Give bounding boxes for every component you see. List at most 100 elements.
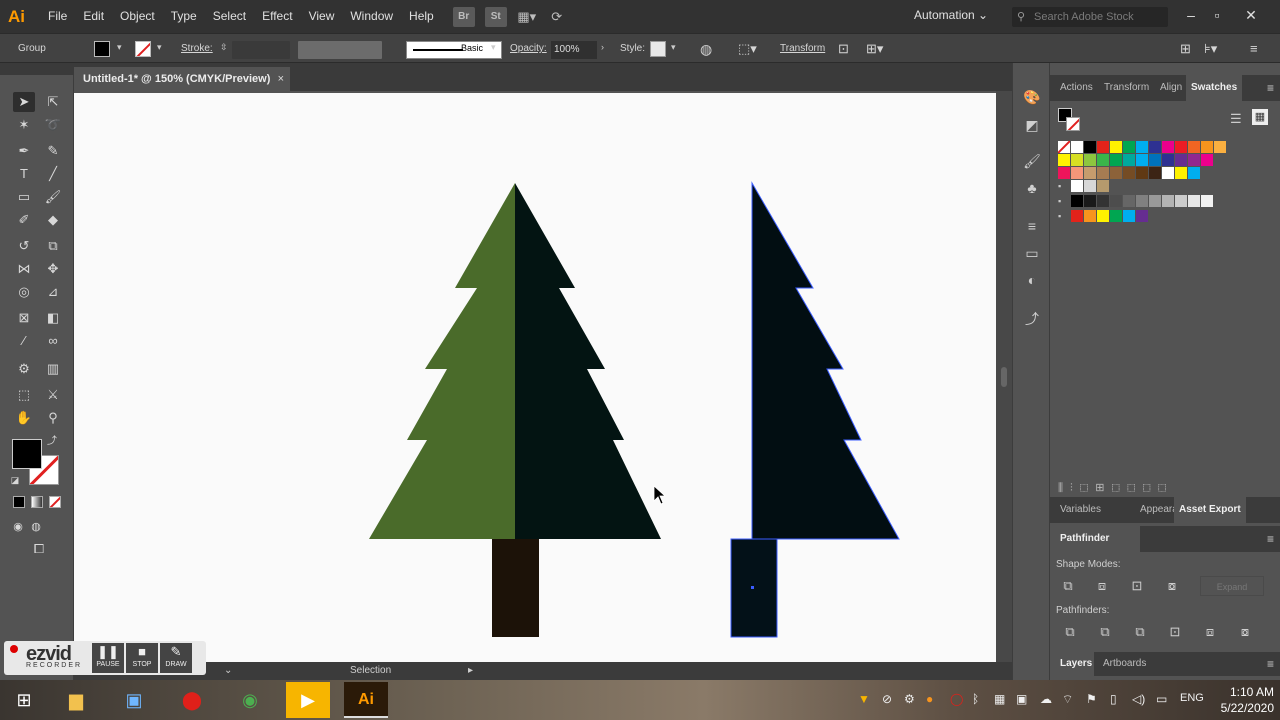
canvas[interactable] xyxy=(74,91,1012,662)
symbols-panel-icon[interactable]: ♣ xyxy=(1022,178,1042,198)
rectangle-tool-icon[interactable]: ▭ xyxy=(13,187,35,207)
opera-icon[interactable]: ⬤ xyxy=(170,682,214,718)
symbol-sprayer-tool-icon[interactable]: ⚙ xyxy=(13,359,35,379)
color-swatch[interactable] xyxy=(1188,195,1200,207)
system-clock[interactable]: 1:10 AM 5/22/2020 xyxy=(1210,684,1274,716)
puppet-warp-tool-icon[interactable]: ✥ xyxy=(42,259,64,279)
color-swatch[interactable] xyxy=(1188,154,1200,166)
color-swatch[interactable] xyxy=(1097,141,1109,153)
variable-width-profile[interactable] xyxy=(298,41,382,59)
color-swatch[interactable] xyxy=(1175,195,1187,207)
menu-window[interactable]: Window xyxy=(342,0,401,33)
folder-icon[interactable]: ▪ xyxy=(1058,210,1070,222)
draw-behind-icon[interactable]: ◍ xyxy=(28,517,44,537)
gradient-mode-icon[interactable] xyxy=(31,496,43,508)
gradient-panel-icon[interactable]: ▭ xyxy=(1022,243,1042,263)
chevron-down-icon[interactable]: ▾ xyxy=(157,42,162,53)
align-to-icon[interactable]: ⬚▾ xyxy=(738,34,757,64)
tab-asset-export[interactable]: Asset Export xyxy=(1174,497,1246,523)
minus-front-icon[interactable]: ⧈ xyxy=(1094,578,1110,594)
color-swatch[interactable] xyxy=(1201,141,1213,153)
stroke-panel-icon[interactable]: ≡ xyxy=(1022,216,1042,236)
color-swatch[interactable] xyxy=(1162,167,1174,179)
tab-pathfinder[interactable]: Pathfinder xyxy=(1050,526,1140,552)
stock-search-input[interactable]: ⚲ Search Adobe Stock xyxy=(1012,7,1168,27)
stop-button[interactable]: ■ STOP xyxy=(126,643,158,673)
color-swatch[interactable] xyxy=(1123,167,1135,179)
color-swatch[interactable] xyxy=(1058,167,1070,179)
color-swatch[interactable] xyxy=(1097,180,1109,192)
chrome-icon[interactable]: ◉ xyxy=(228,682,272,718)
menu-view[interactable]: View xyxy=(301,0,343,33)
color-swatch[interactable] xyxy=(1136,154,1148,166)
arrange-documents-icon[interactable]: ▦▾ xyxy=(516,7,538,27)
selection-tool-icon[interactable]: ➤ xyxy=(13,92,35,112)
draw-normal-icon[interactable]: ◉ xyxy=(10,517,26,537)
tab-variables[interactable]: Variables xyxy=(1055,497,1106,523)
color-swatch[interactable] xyxy=(1058,154,1070,166)
width-tool-icon[interactable]: ⋈ xyxy=(13,259,35,279)
color-swatch[interactable] xyxy=(1162,141,1174,153)
menu-type[interactable]: Type xyxy=(163,0,205,33)
color-swatch[interactable] xyxy=(1097,167,1109,179)
color-swatch[interactable] xyxy=(1136,141,1148,153)
folder-icon[interactable]: ▪ xyxy=(1058,195,1070,207)
crop-icon[interactable]: ⊡ xyxy=(1167,624,1183,640)
tray-notification-icon[interactable]: ▼ xyxy=(858,692,870,706)
color-swatch[interactable] xyxy=(1175,167,1187,179)
transform-link[interactable]: Transform xyxy=(780,34,825,64)
stock-button[interactable]: St xyxy=(484,6,507,27)
menu-help[interactable]: Help xyxy=(401,0,442,33)
battery-icon[interactable]: ▯ xyxy=(1110,692,1117,706)
recolor-artwork-icon[interactable]: ◍ xyxy=(700,34,712,64)
color-swatch[interactable] xyxy=(1097,210,1109,222)
color-swatch[interactable] xyxy=(1110,141,1122,153)
color-swatch[interactable] xyxy=(1110,154,1122,166)
tab-artboards[interactable]: Artboards xyxy=(1098,652,1151,676)
color-swatch[interactable] xyxy=(1123,210,1135,222)
color-swatch[interactable] xyxy=(1071,195,1083,207)
minus-back-icon[interactable]: ⧇ xyxy=(1237,624,1253,640)
paintbrush-tool-icon[interactable]: 🖌 xyxy=(42,187,64,207)
direct-selection-tool-icon[interactable]: ⇱ xyxy=(42,92,64,112)
line-tool-icon[interactable]: ╱ xyxy=(42,164,64,184)
tray-app-icon-4[interactable]: ▦ xyxy=(994,692,1005,706)
graphic-style-swatch[interactable] xyxy=(650,41,666,57)
list-view-icon[interactable]: ☰ xyxy=(1230,111,1242,127)
menu-file[interactable]: File xyxy=(40,0,75,33)
color-guide-icon[interactable]: ◩ xyxy=(1022,115,1042,135)
divide-icon[interactable]: ⧉ xyxy=(1062,624,1078,640)
swatches-stroke-indicator[interactable] xyxy=(1066,117,1080,131)
align-panel-icon[interactable]: ⊧▾ xyxy=(1204,34,1217,64)
color-mode-icon[interactable] xyxy=(13,496,25,508)
panel-menu-icon[interactable]: ≡ xyxy=(1267,75,1274,101)
transparency-panel-icon[interactable]: ◐ xyxy=(1022,270,1042,290)
speaker-icon[interactable]: ◁) xyxy=(1132,692,1145,706)
artboard-tool-icon[interactable]: ⬚ xyxy=(13,385,35,405)
tray-opera-icon[interactable]: ◯ xyxy=(950,692,963,706)
windows-start-icon[interactable]: ⊞ xyxy=(2,682,46,718)
color-swatch[interactable] xyxy=(1123,141,1135,153)
color-swatch[interactable] xyxy=(1136,167,1148,179)
color-swatch[interactable] xyxy=(1097,154,1109,166)
panel-menu-icon[interactable]: ≡ xyxy=(1267,652,1274,676)
default-fill-stroke-icon[interactable]: ◪ xyxy=(8,473,22,487)
draw-button[interactable]: ✎ DRAW xyxy=(160,643,192,673)
stroke-swatch[interactable] xyxy=(135,41,151,57)
color-swatch[interactable] xyxy=(1136,195,1148,207)
color-swatch[interactable] xyxy=(1136,210,1148,222)
stroke-weight-stepper-icon[interactable]: ⇳ xyxy=(220,42,228,53)
folder-icon[interactable]: ▪ xyxy=(1058,180,1070,192)
artboard[interactable] xyxy=(74,93,996,662)
type-tool-icon[interactable]: T xyxy=(13,164,35,184)
scale-tool-icon[interactable]: ⧉ xyxy=(42,236,64,256)
stroke-label[interactable]: Stroke: xyxy=(181,34,213,64)
color-swatch[interactable] xyxy=(1084,180,1096,192)
control-panel-icon[interactable]: ▣ xyxy=(112,682,156,718)
curvature-tool-icon[interactable]: ✎ xyxy=(42,141,64,161)
graph-tool-icon[interactable]: ▥ xyxy=(42,359,64,379)
chevron-down-icon[interactable]: ▾ xyxy=(117,42,122,53)
tray-app-icon-2[interactable]: ⚙ xyxy=(904,692,915,706)
workspace-switcher[interactable]: Automation ⌄ xyxy=(914,8,988,22)
isolate-icon[interactable]: ⊡ xyxy=(838,34,849,64)
